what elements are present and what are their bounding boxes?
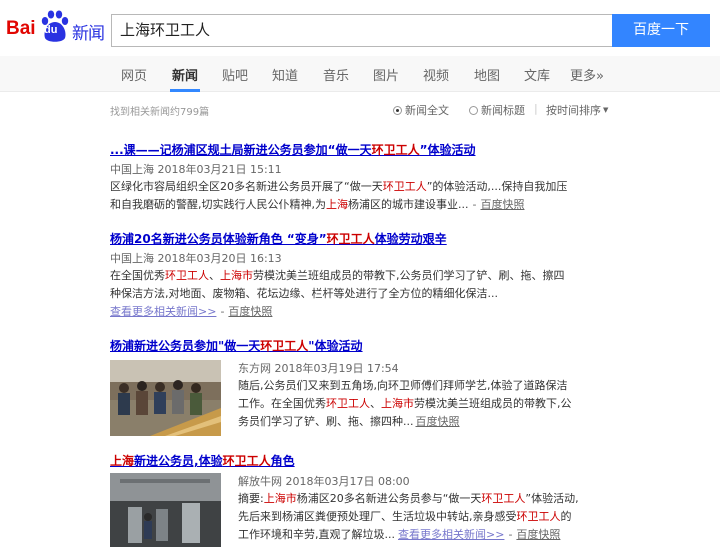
thumbnail-facility-icon bbox=[110, 473, 221, 547]
news-thumbnail-image[interactable] bbox=[110, 360, 221, 436]
tab-map[interactable]: 地图 bbox=[474, 65, 500, 84]
more-news-link[interactable]: 查看更多相关新闻>> bbox=[398, 528, 504, 541]
result-abstract: 随后,公务员们又来到五角场,向环卫师傅们拜师学艺,体验了道路保洁 工作。在全国优… bbox=[238, 379, 572, 428]
snapshot-link[interactable]: 百度快照 bbox=[416, 415, 460, 428]
news-result: 杨浦20名新进公务员体验新角色 “变身”环卫工人体验劳动艰辛 中国上海 2018… bbox=[110, 231, 615, 321]
tab-tieba[interactable]: 贴吧 bbox=[222, 65, 248, 84]
result-abstract: 区绿化市容局组织全区20多名新进公务员开展了“做一天环卫工人”的体验活动,...… bbox=[110, 180, 568, 211]
option-title[interactable]: 新闻标题 bbox=[469, 102, 525, 118]
caret-down-icon: ▼ bbox=[603, 106, 609, 114]
logo-news-text: 新闻 bbox=[72, 24, 105, 44]
result-title-link[interactable]: ...课——记杨浦区规土局新进公务员参加“做一天环卫工人”体验活动 bbox=[110, 142, 615, 158]
snapshot-link[interactable]: 百度快照 bbox=[480, 198, 524, 211]
news-result: 杨浦新进公务员参加"做一天环卫工人"体验活动 东方网 2018年03月19日 1… bbox=[110, 338, 615, 438]
option-fulltext[interactable]: 新闻全文 bbox=[393, 102, 449, 118]
tab-web[interactable]: 网页 bbox=[121, 65, 147, 84]
sort-label: 按时间排序 bbox=[546, 104, 601, 117]
result-count: 找到相关新闻约799篇 bbox=[110, 107, 210, 118]
tab-more[interactable]: 更多» bbox=[570, 65, 604, 84]
search-input[interactable]: 上海环卫工人 bbox=[111, 14, 612, 47]
tab-images[interactable]: 图片 bbox=[373, 65, 399, 84]
news-result: 上海新进公务员,体验环卫工人角色 解放牛网 2018年03月17日 08:00 … bbox=[110, 453, 615, 547]
results-toolbar: 找到相关新闻约799篇 新闻全文 新闻标题 | 按时间排序 ▼ bbox=[0, 92, 720, 126]
result-abstract: 在全国优秀环卫工人、上海市劳模沈美兰班组成员的带教下,公务员们学习了铲、刷、拖、… bbox=[110, 269, 565, 300]
nav-bar: 网页 新闻 贴吧 知道 音乐 图片 视频 地图 文库 更多» bbox=[0, 56, 720, 92]
baidu-news-logo[interactable]: Bai du 新闻 bbox=[6, 10, 106, 46]
tab-zhidao[interactable]: 知道 bbox=[272, 65, 298, 84]
result-title-link[interactable]: 杨浦20名新进公务员体验新角色 “变身”环卫工人体验劳动艰辛 bbox=[110, 231, 615, 247]
radio-selected-icon[interactable] bbox=[393, 105, 402, 115]
tab-news[interactable]: 新闻 bbox=[172, 65, 198, 84]
logo-bai-text: Bai bbox=[6, 18, 36, 39]
tab-video[interactable]: 视频 bbox=[423, 65, 449, 84]
result-abstract: 摘要:上海市杨浦区20多名新进公务员参与“做一天环卫工人”体验活动, 先后来到杨… bbox=[238, 492, 579, 541]
more-news-link[interactable]: 查看更多相关新闻>> bbox=[110, 305, 216, 318]
search-button[interactable]: 百度一下 bbox=[612, 14, 710, 47]
result-links: 查看更多相关新闻>> - 百度快照 bbox=[110, 305, 273, 318]
option-title-label: 新闻标题 bbox=[481, 104, 525, 117]
result-title-link[interactable]: 上海新进公务员,体验环卫工人角色 bbox=[110, 453, 615, 469]
thumbnail-workers-icon bbox=[110, 360, 221, 436]
result-source-time: 中国上海 2018年03月21日 15:11 bbox=[110, 163, 282, 176]
result-source-time: 解放牛网 2018年03月17日 08:00 bbox=[238, 475, 410, 488]
result-title-link[interactable]: 杨浦新进公务员参加"做一天环卫工人"体验活动 bbox=[110, 338, 615, 354]
header: Bai du 新闻 上海环卫工人 百度一下 bbox=[0, 0, 720, 56]
tab-wenku[interactable]: 文库 bbox=[524, 65, 550, 84]
option-fulltext-label: 新闻全文 bbox=[405, 104, 449, 117]
radio-unselected-icon[interactable] bbox=[469, 105, 478, 115]
logo-du-text: du bbox=[44, 24, 58, 36]
toolbar-separator: | bbox=[534, 102, 538, 115]
tab-music[interactable]: 音乐 bbox=[323, 65, 349, 84]
sort-dropdown[interactable]: 按时间排序 ▼ bbox=[546, 102, 608, 118]
snapshot-link[interactable]: 百度快照 bbox=[228, 305, 272, 318]
news-thumbnail-image[interactable] bbox=[110, 473, 221, 547]
result-source-time: 中国上海 2018年03月20日 16:13 bbox=[110, 252, 282, 265]
snapshot-link[interactable]: 百度快照 bbox=[516, 528, 560, 541]
result-source-time: 东方网 2018年03月19日 17:54 bbox=[238, 362, 399, 375]
news-result: ...课——记杨浦区规土局新进公务员参加“做一天环卫工人”体验活动 中国上海 2… bbox=[110, 142, 615, 214]
